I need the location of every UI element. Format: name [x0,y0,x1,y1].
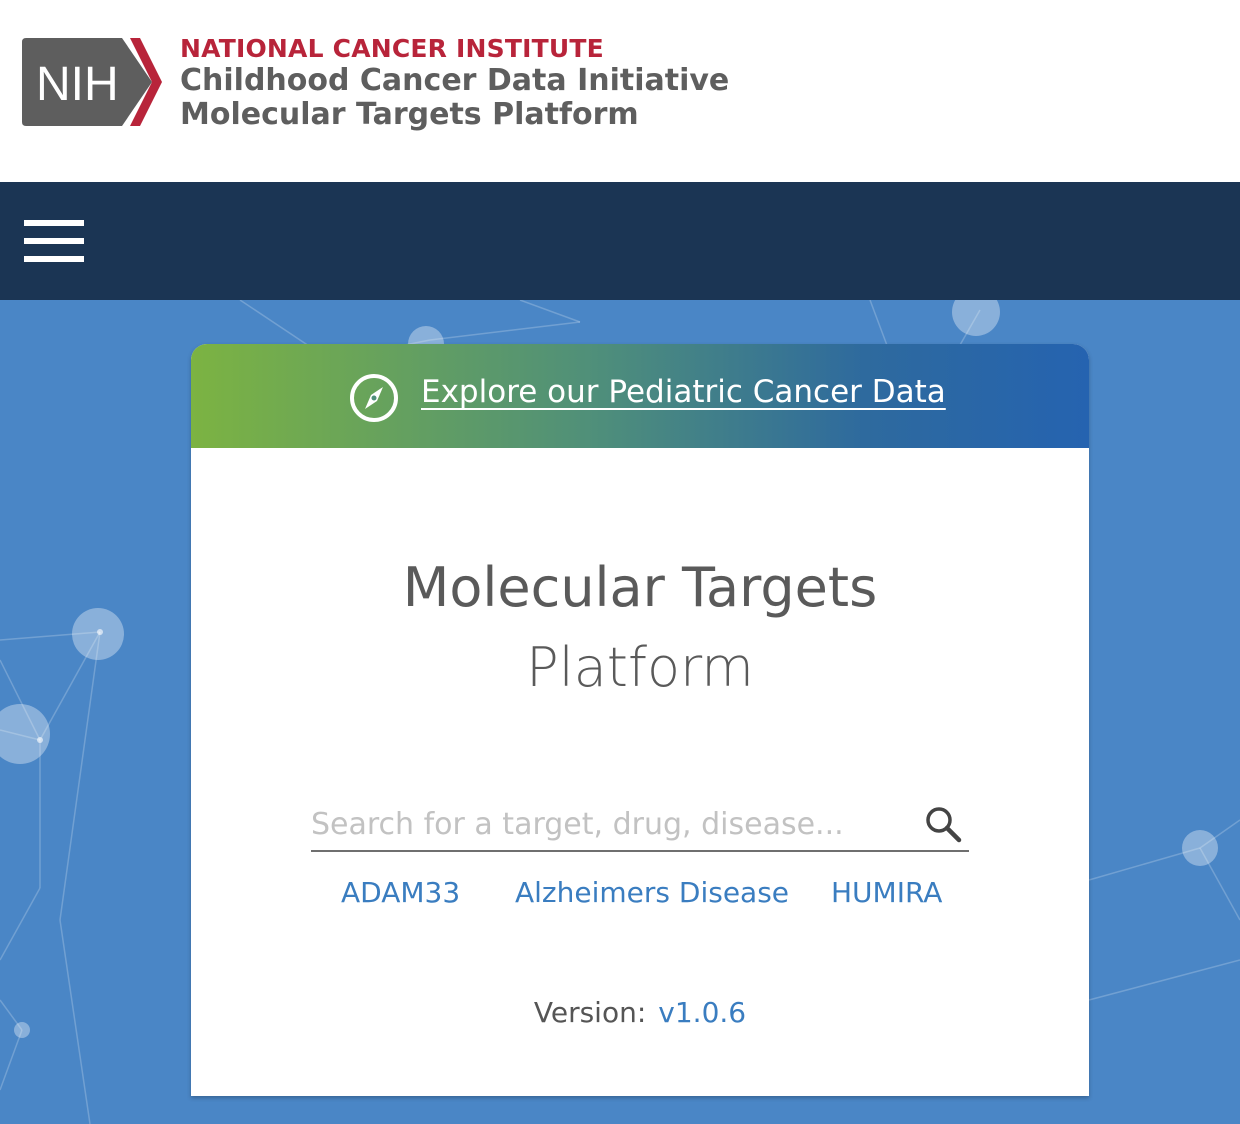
version-number-link[interactable]: v1.0.6 [658,996,746,1029]
suggestion-link[interactable]: ADAM33 [341,876,460,909]
initiative-name: Childhood Cancer Data Initiative [180,63,730,98]
nih-logo[interactable]: NIH [22,38,162,126]
brand-text: NATIONAL CANCER INSTITUTE Childhood Canc… [180,34,729,132]
search-box [311,796,969,852]
site-header: NIH NATIONAL CANCER INSTITUTE Childhood … [0,0,1240,182]
compass-icon [350,374,398,422]
search-input[interactable] [311,802,911,846]
menu-line [24,256,84,262]
menu-line [24,238,84,244]
version-label: Version: [533,996,647,1029]
platform-name: Molecular Targets Platform [180,97,639,132]
menu-line [24,220,84,226]
search-icon[interactable] [923,804,963,844]
org-name: NATIONAL CANCER INSTITUTE [180,34,604,63]
search-card: Explore our Pediatric Cancer Data Molecu… [191,344,1089,1096]
page-title-line1: Molecular Targets [402,556,878,619]
version-info: Version: v1.0.6 [191,996,1089,1029]
nav-bar [0,182,1240,300]
page-title-line2: Platform [526,636,754,699]
explore-pediatric-data-link[interactable]: Explore our Pediatric Cancer Data [421,374,946,410]
hamburger-menu-icon[interactable] [24,220,84,264]
suggestion-link[interactable]: Alzheimers Disease [515,876,789,909]
suggestion-link[interactable]: HUMIRA [831,876,942,909]
nih-logo-text: NIH [36,58,119,111]
search-suggestions: ADAM33 Alzheimers Disease HUMIRA [311,876,969,916]
explore-banner: Explore our Pediatric Cancer Data [191,344,1089,448]
